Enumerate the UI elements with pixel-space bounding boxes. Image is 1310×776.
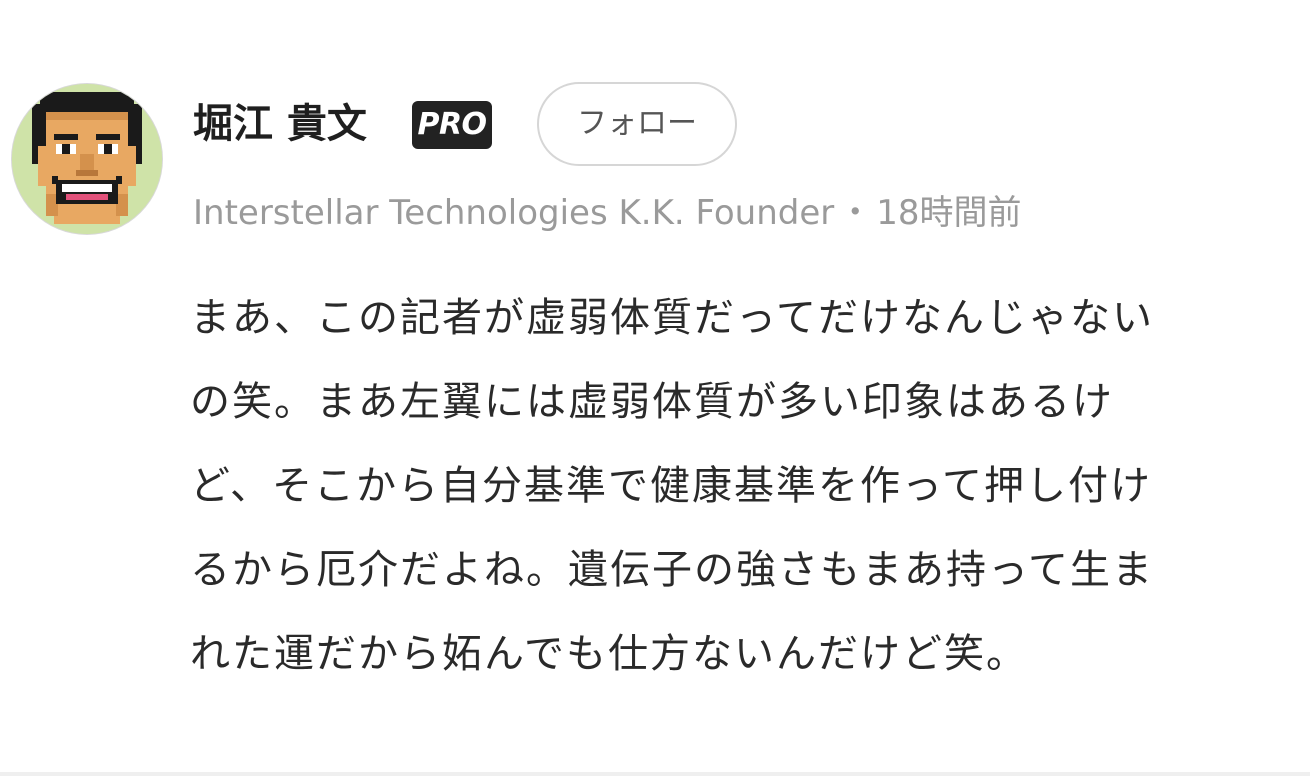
comment-line: ど、そこから自分基準で健康基準を作って押し付け <box>190 463 1152 509</box>
comment-timestamp: 18時間前 <box>876 193 1022 233</box>
follow-button[interactable]: フォロー <box>537 82 737 166</box>
avatar[interactable] <box>12 84 162 234</box>
comment-line: の笑。まあ左翼には虚弱体質が多い印象はあるけ <box>190 379 1114 425</box>
comment-card: 堀江 貴文 PRO フォロー Interstellar Technologies… <box>0 0 1310 776</box>
comment-body: まあ、この記者が虚弱体質だってだけなんじゃない の笑。まあ左翼には虚弱体質が多い… <box>190 276 1290 696</box>
pro-badge: PRO <box>412 101 492 149</box>
author-meta: Interstellar Technologies K.K. Founder ・ 1… <box>193 190 1022 236</box>
comment-line: れた運だから妬んでも仕方ないんだけど笑。 <box>190 631 1028 677</box>
pixel-face-icon <box>12 84 162 234</box>
author-affiliation: Interstellar Technologies K.K. Founder <box>193 193 835 233</box>
author-name[interactable]: 堀江 貴文 <box>193 96 367 152</box>
divider <box>0 772 1310 776</box>
comment-line: まあ、この記者が虚弱体質だってだけなんじゃない <box>190 295 1154 341</box>
comment-line: るから厄介だよね。遺伝子の強さもまあ持って生ま <box>190 547 1154 593</box>
meta-separator: ・ <box>838 193 873 233</box>
